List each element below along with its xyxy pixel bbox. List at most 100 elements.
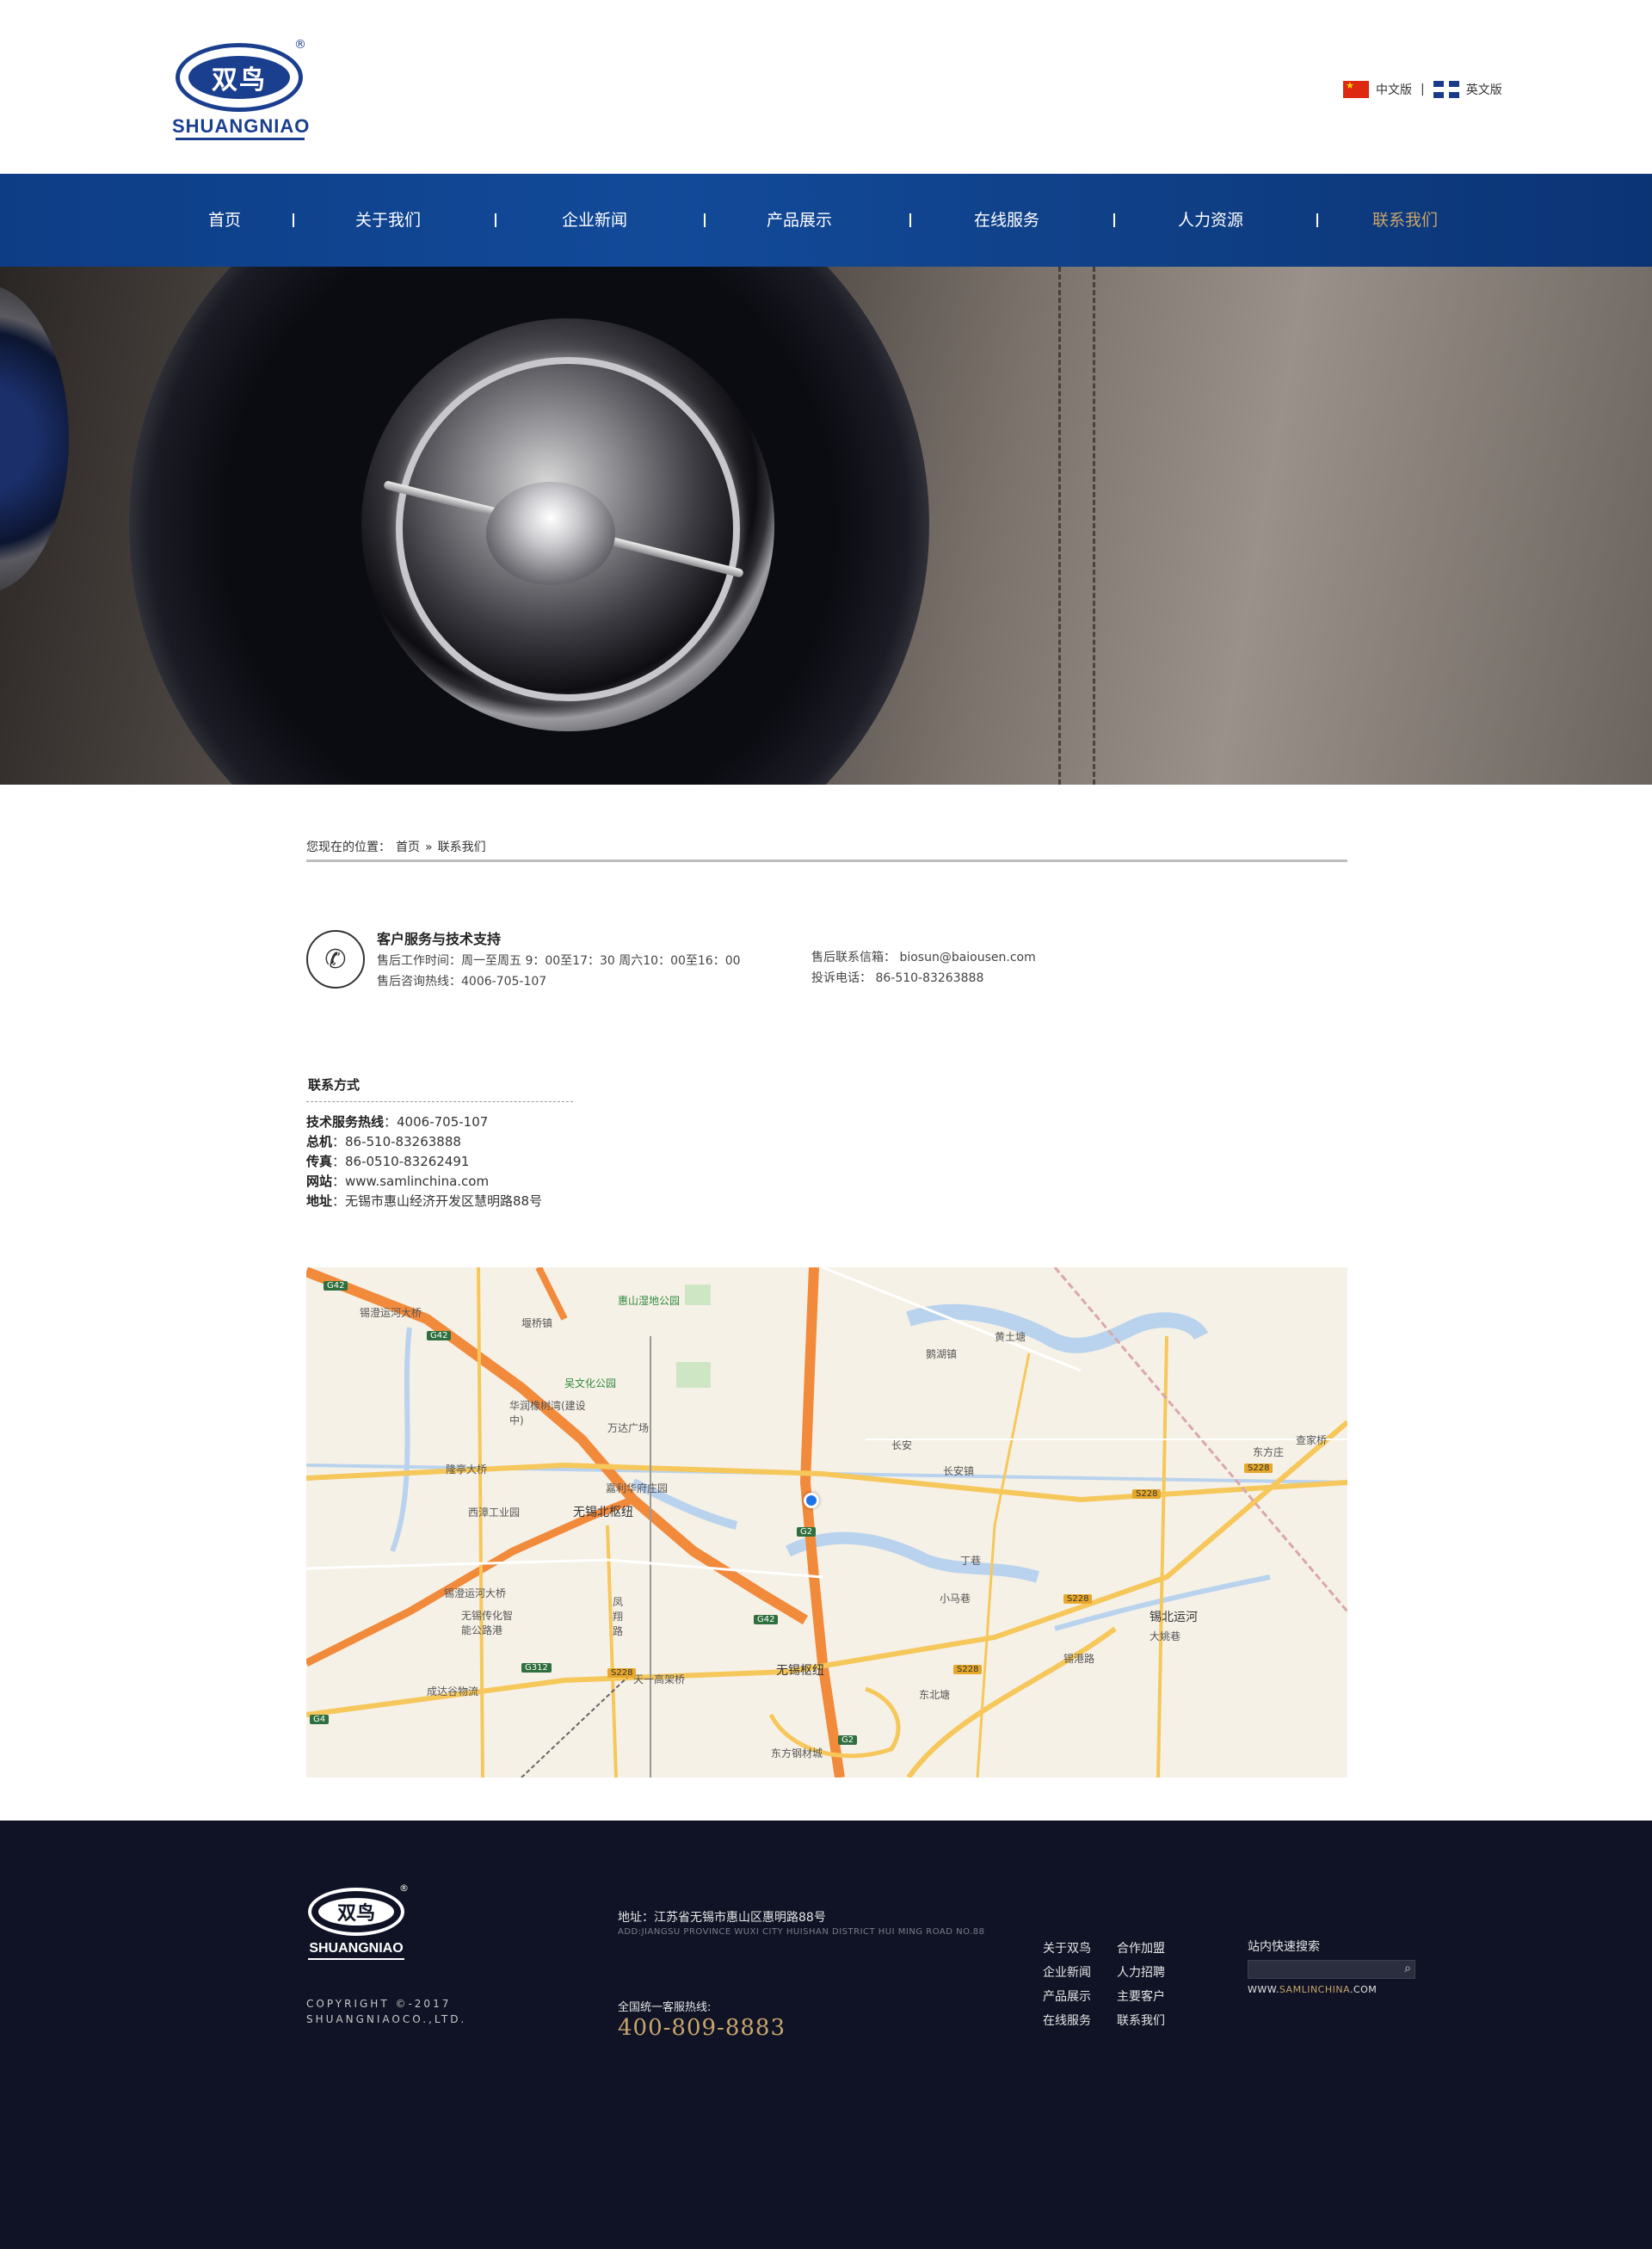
footer-link-recruit[interactable]: 人力招聘 [1117, 1963, 1165, 1981]
lang-english-link[interactable]: 英文版 [1466, 81, 1502, 98]
site-footer: 双鸟 ® SHUANGNIAO COPYRIGHT ©-2017 SHUANGN… [0, 1821, 1652, 2249]
nav-item-about[interactable]: 关于我们 [341, 174, 435, 267]
brand-logo[interactable]: 双鸟 ® SHUANGNIAO [172, 38, 310, 141]
footer-logo-underline [308, 1958, 404, 1960]
footer-search-title: 站内快速搜索 [1248, 1940, 1320, 1954]
footer-copyright: COPYRIGHT ©-2017 SHUANGNIAOCO.,LTD. [306, 1996, 466, 2027]
uk-flag-icon [1433, 81, 1459, 98]
contact-label: 网站 [306, 1174, 333, 1189]
map-label: 堰桥镇 [521, 1317, 553, 1329]
map-label: 黄土塘 [995, 1331, 1026, 1343]
contact-row-address: 地址：无锡市惠山经济开发区慧明路88号 [306, 1192, 542, 1210]
nav-separator [1316, 213, 1318, 227]
logo-cn-text: 双鸟 [188, 56, 290, 99]
contact-title: 联系方式 [308, 1077, 361, 1093]
map-roads [306, 1267, 1347, 1778]
page: 双鸟 ® SHUANGNIAO 中文版 | 英文版 首页 关于我们 企业新闻 产… [0, 0, 1652, 2249]
map-label: 隆亭大桥 [446, 1463, 488, 1476]
map-label: 无锡枢纽 [776, 1664, 824, 1678]
map-label: 锡澄运河大桥 [444, 1587, 507, 1599]
nav-item-hr[interactable]: 人力资源 [1163, 174, 1258, 267]
footer-link-join[interactable]: 合作加盟 [1117, 1939, 1165, 1956]
map-label: 锡港路 [1063, 1653, 1095, 1665]
breadcrumb-divider [306, 860, 1347, 862]
map-label: 东方庄 [1253, 1446, 1285, 1458]
service-hours: 售后工作时间：周一至周五 9：00至17：30 周六10：00至16：00 [377, 954, 741, 968]
map-road-badge: G2 [797, 1527, 817, 1537]
contact-divider [306, 1101, 573, 1102]
nav-item-home[interactable]: 首页 [194, 174, 255, 267]
contact-label: 技术服务热线 [306, 1114, 385, 1130]
contact-label: 地址 [306, 1193, 333, 1209]
nav-separator [495, 213, 496, 227]
logo-oval: 双鸟 [176, 43, 303, 112]
main-nav: 首页 关于我们 企业新闻 产品展示 在线服务 人力资源 联系我们 [0, 174, 1652, 267]
banner-left-vent [0, 284, 69, 594]
lang-separator: | [1421, 83, 1425, 96]
nav-item-contact[interactable]: 联系我们 [1358, 174, 1452, 267]
lang-chinese-link[interactable]: 中文版 [1376, 81, 1412, 98]
footer-logo-cn: 双鸟 [318, 1898, 394, 1926]
footer-link-clients[interactable]: 主要客户 [1117, 1987, 1165, 2005]
footer-hotline-label: 全国统一客服热线: [618, 2001, 712, 2014]
contact-value: ：86-0510-83262491 [332, 1154, 470, 1169]
phone-icon: ✆ [306, 930, 365, 989]
map-label: 小马巷 [940, 1593, 971, 1605]
map-road-badge: S228 [1244, 1463, 1273, 1473]
contact-label: 传真 [306, 1154, 333, 1169]
map-label: 东方钢材城 [771, 1747, 823, 1759]
service-complaint: 投诉电话： 86-510-83263888 [811, 971, 984, 985]
china-flag-icon [1343, 80, 1369, 98]
footer-link-about[interactable]: 关于双鸟 [1043, 1939, 1091, 1956]
map-road-badge: S228 [1063, 1594, 1093, 1604]
map-label: 丁巷 [960, 1555, 982, 1567]
map-label: 长安 [891, 1439, 913, 1451]
footer-logo-en: SHUANGNIAO [309, 1941, 404, 1956]
search-icon[interactable]: ⌕ [1404, 1962, 1411, 1975]
footer-site-url[interactable]: WWW.SAMLINCHINA.COM [1248, 1984, 1377, 1995]
breadcrumb-home-link[interactable]: 首页 [396, 841, 420, 854]
map-road-badge: S228 [607, 1668, 637, 1678]
map-road-badge: G4 [310, 1715, 330, 1724]
nav-separator [909, 213, 911, 227]
map-label: 西漳工业园 [468, 1507, 521, 1519]
contact-value[interactable]: ：www.samlinchina.com [332, 1174, 489, 1189]
breadcrumb-sep: » [425, 841, 433, 854]
contact-row-website: 网站：www.samlinchina.com [306, 1172, 489, 1190]
map-road-badge: G42 [324, 1281, 348, 1291]
service-mail: 售后联系信箱： biosun@baiousen.com [811, 951, 1036, 964]
location-marker-icon[interactable] [804, 1493, 819, 1508]
map-label: 长安镇 [943, 1465, 975, 1477]
nav-item-products[interactable]: 产品展示 [752, 174, 847, 267]
logo-registered-mark: ® [294, 38, 306, 52]
map-label: 锡澄运河大桥 [360, 1307, 422, 1319]
map-road-badge: G42 [754, 1615, 779, 1624]
map-label: 大姚巷 [1150, 1630, 1181, 1642]
contact-row-fax: 传真：86-0510-83262491 [306, 1152, 469, 1170]
map-label: 凤翔路 [613, 1596, 624, 1637]
footer-logo[interactable]: 双鸟 ® SHUANGNIAO [306, 1882, 410, 1969]
location-map[interactable]: 锡澄运河大桥 惠山湿地公园 堰桥镇 吴文化公园 华润橡树湾(建设中) 万达广场 … [306, 1267, 1347, 1778]
footer-logo-oval: 双鸟 [308, 1888, 404, 1936]
contact-row-switchboard: 总机：86-510-83263888 [306, 1132, 461, 1150]
footer-link-service[interactable]: 在线服务 [1043, 2012, 1091, 2029]
footer-link-products[interactable]: 产品展示 [1043, 1987, 1091, 2005]
contact-value: ：4006-705-107 [384, 1114, 489, 1130]
map-label: 查家桥 [1296, 1434, 1328, 1446]
footer-search-input[interactable]: ⌕ [1248, 1960, 1415, 1979]
banner-stitch [1058, 267, 1061, 785]
map-road-badge: S228 [953, 1665, 983, 1674]
nav-item-service[interactable]: 在线服务 [959, 174, 1054, 267]
nav-separator [704, 213, 706, 227]
map-road-badge: G2 [838, 1735, 858, 1745]
breadcrumb-current: 联系我们 [437, 841, 486, 854]
company-line: SHUANGNIAOCO.,LTD. [306, 2013, 467, 2025]
map-label: 成达谷物流 [427, 1685, 479, 1698]
map-road-badge: S228 [1132, 1489, 1162, 1499]
footer-link-contact[interactable]: 联系我们 [1117, 2012, 1165, 2029]
map-road-badge: G42 [427, 1331, 452, 1340]
service-title: 客户服务与技术支持 [377, 931, 502, 947]
footer-link-news[interactable]: 企业新闻 [1043, 1963, 1091, 1981]
nav-item-news[interactable]: 企业新闻 [547, 174, 642, 267]
nav-separator [293, 213, 294, 227]
